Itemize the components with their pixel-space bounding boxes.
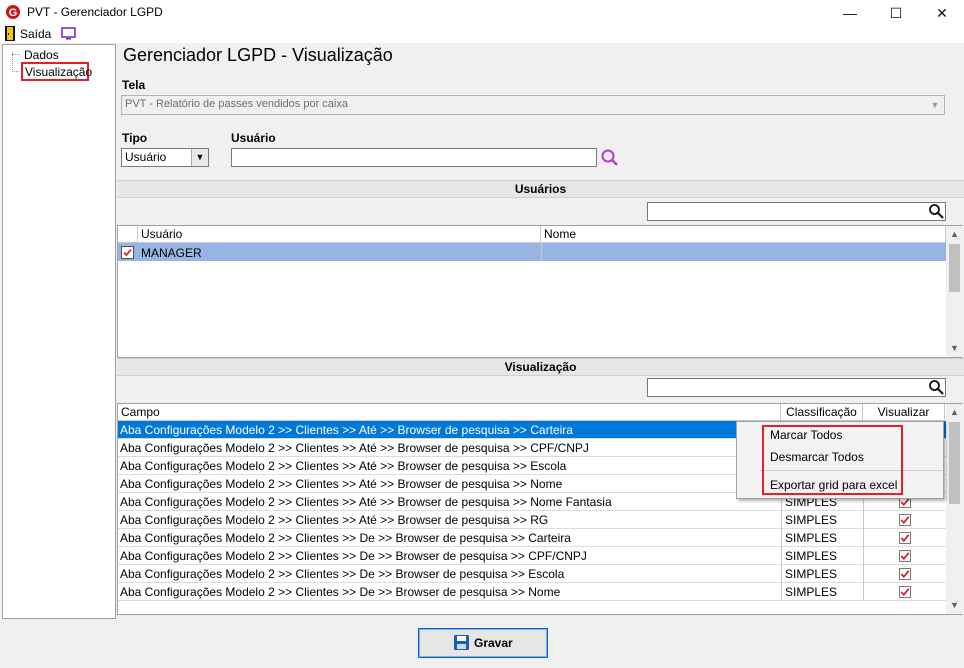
column-header-campo[interactable]: Campo: [118, 404, 781, 421]
column-divider: [863, 511, 864, 529]
campo-cell: Aba Configurações Modelo 2 >> Clientes >…: [120, 531, 571, 545]
campo-cell: Aba Configurações Modelo 2 >> Clientes >…: [120, 549, 587, 563]
svg-text:G: G: [9, 7, 18, 19]
campo-cell: Aba Configurações Modelo 2 >> Clientes >…: [120, 585, 561, 599]
classificacao-cell: SIMPLES: [785, 531, 838, 545]
classificacao-cell: SIMPLES: [785, 513, 838, 527]
page-title: Gerenciador LGPD - Visualização: [123, 45, 393, 65]
table-row[interactable]: [118, 243, 946, 261]
menu-bar: [0, 26, 964, 43]
scroll-thumb[interactable]: [949, 244, 960, 292]
navigation-tree: [2, 44, 116, 619]
scroll-thumb[interactable]: [949, 422, 960, 504]
user-login-cell: MANAGER: [141, 246, 202, 260]
maximize-button[interactable]: ☐: [873, 0, 919, 26]
close-button[interactable]: ✕: [919, 0, 964, 26]
column-header-nome[interactable]: Nome: [541, 226, 946, 243]
tree-item-dados[interactable]: Dados: [24, 48, 59, 62]
app-logo-icon: G: [6, 5, 20, 19]
column-divider: [863, 583, 864, 601]
search-icon[interactable]: [928, 379, 944, 395]
column-divider: [781, 547, 782, 565]
classificacao-cell: SIMPLES: [785, 567, 838, 581]
scroll-down-icon[interactable]: ▼: [946, 340, 963, 357]
column-divider: [781, 529, 782, 547]
campo-cell: Aba Configurações Modelo 2 >> Clientes >…: [120, 513, 549, 527]
usuarios-section-header: Usuários: [117, 180, 964, 198]
column-header-usuario[interactable]: Usuário: [138, 226, 541, 243]
column-divider: [541, 243, 542, 261]
campo-cell: Aba Configurações Modelo 2 >> Clientes >…: [120, 495, 612, 509]
exit-door-icon[interactable]: [5, 26, 15, 41]
scroll-up-icon[interactable]: ▲: [946, 404, 963, 421]
visualizar-checkbox[interactable]: [899, 532, 911, 544]
tree-connector: [12, 71, 19, 72]
floppy-disk-icon: [454, 635, 469, 650]
table-row[interactable]: Aba Configurações Modelo 2 >> Clientes >…: [118, 511, 946, 529]
table-row[interactable]: Aba Configurações Modelo 2 >> Clientes >…: [118, 529, 946, 547]
tree-connector: [12, 54, 20, 55]
chevron-down-icon[interactable]: ▼: [926, 96, 944, 114]
search-icon[interactable]: [600, 148, 620, 168]
search-icon[interactable]: [928, 203, 944, 219]
column-divider: [863, 565, 864, 583]
visualizar-checkbox[interactable]: [899, 514, 911, 526]
campo-cell: Aba Configurações Modelo 2 >> Clientes >…: [120, 477, 563, 491]
campo-cell: Aba Configurações Modelo 2 >> Clientes >…: [120, 441, 589, 455]
minimize-button[interactable]: —: [827, 0, 873, 26]
window-title: PVT - Gerenciador LGPD: [27, 5, 163, 19]
classificacao-cell: SIMPLES: [785, 585, 838, 599]
table-row[interactable]: Aba Configurações Modelo 2 >> Clientes >…: [118, 547, 946, 565]
row-checkbox[interactable]: [121, 246, 134, 259]
users-search-input[interactable]: [647, 202, 946, 221]
usuario-input[interactable]: [231, 148, 597, 167]
column-header-check: [118, 226, 138, 243]
tela-label: Tela: [122, 78, 146, 92]
tree-item-visualizacao[interactable]: Visualização: [21, 62, 92, 81]
highlight-box: [762, 425, 903, 495]
column-divider: [863, 547, 864, 565]
campo-cell: Aba Configurações Modelo 2 >> Clientes >…: [120, 459, 567, 473]
table-row[interactable]: Aba Configurações Modelo 2 >> Clientes >…: [118, 565, 946, 583]
save-button-label: Gravar: [474, 636, 513, 650]
visualizar-checkbox[interactable]: [899, 550, 911, 562]
tipo-label: Tipo: [122, 131, 148, 145]
vis-search-input[interactable]: [647, 378, 946, 397]
tree-connector: [12, 52, 13, 72]
visualizacao-section-header: Visualização: [117, 358, 964, 376]
visualizar-checkbox[interactable]: [899, 568, 911, 580]
column-divider: [781, 565, 782, 583]
column-divider: [863, 529, 864, 547]
tela-select[interactable]: PVT - Relatório de passes vendidos por c…: [121, 95, 945, 115]
visualizar-checkbox[interactable]: [899, 586, 911, 598]
chevron-down-icon[interactable]: ▼: [191, 149, 208, 166]
monitor-icon[interactable]: [61, 27, 76, 40]
classificacao-cell: SIMPLES: [785, 549, 838, 563]
usuario-label: Usuário: [231, 131, 276, 145]
scroll-up-icon[interactable]: ▲: [946, 226, 963, 243]
column-divider: [781, 511, 782, 529]
scroll-down-icon[interactable]: ▼: [946, 597, 963, 614]
table-row[interactable]: Aba Configurações Modelo 2 >> Clientes >…: [118, 583, 946, 601]
campo-cell: Aba Configurações Modelo 2 >> Clientes >…: [120, 423, 573, 437]
column-divider: [781, 583, 782, 601]
exit-menu-item[interactable]: Saída: [20, 27, 51, 41]
campo-cell: Aba Configurações Modelo 2 >> Clientes >…: [120, 567, 565, 581]
column-header-visualizar[interactable]: Visualizar: [863, 404, 945, 421]
column-header-classificacao[interactable]: Classificação: [781, 404, 863, 421]
